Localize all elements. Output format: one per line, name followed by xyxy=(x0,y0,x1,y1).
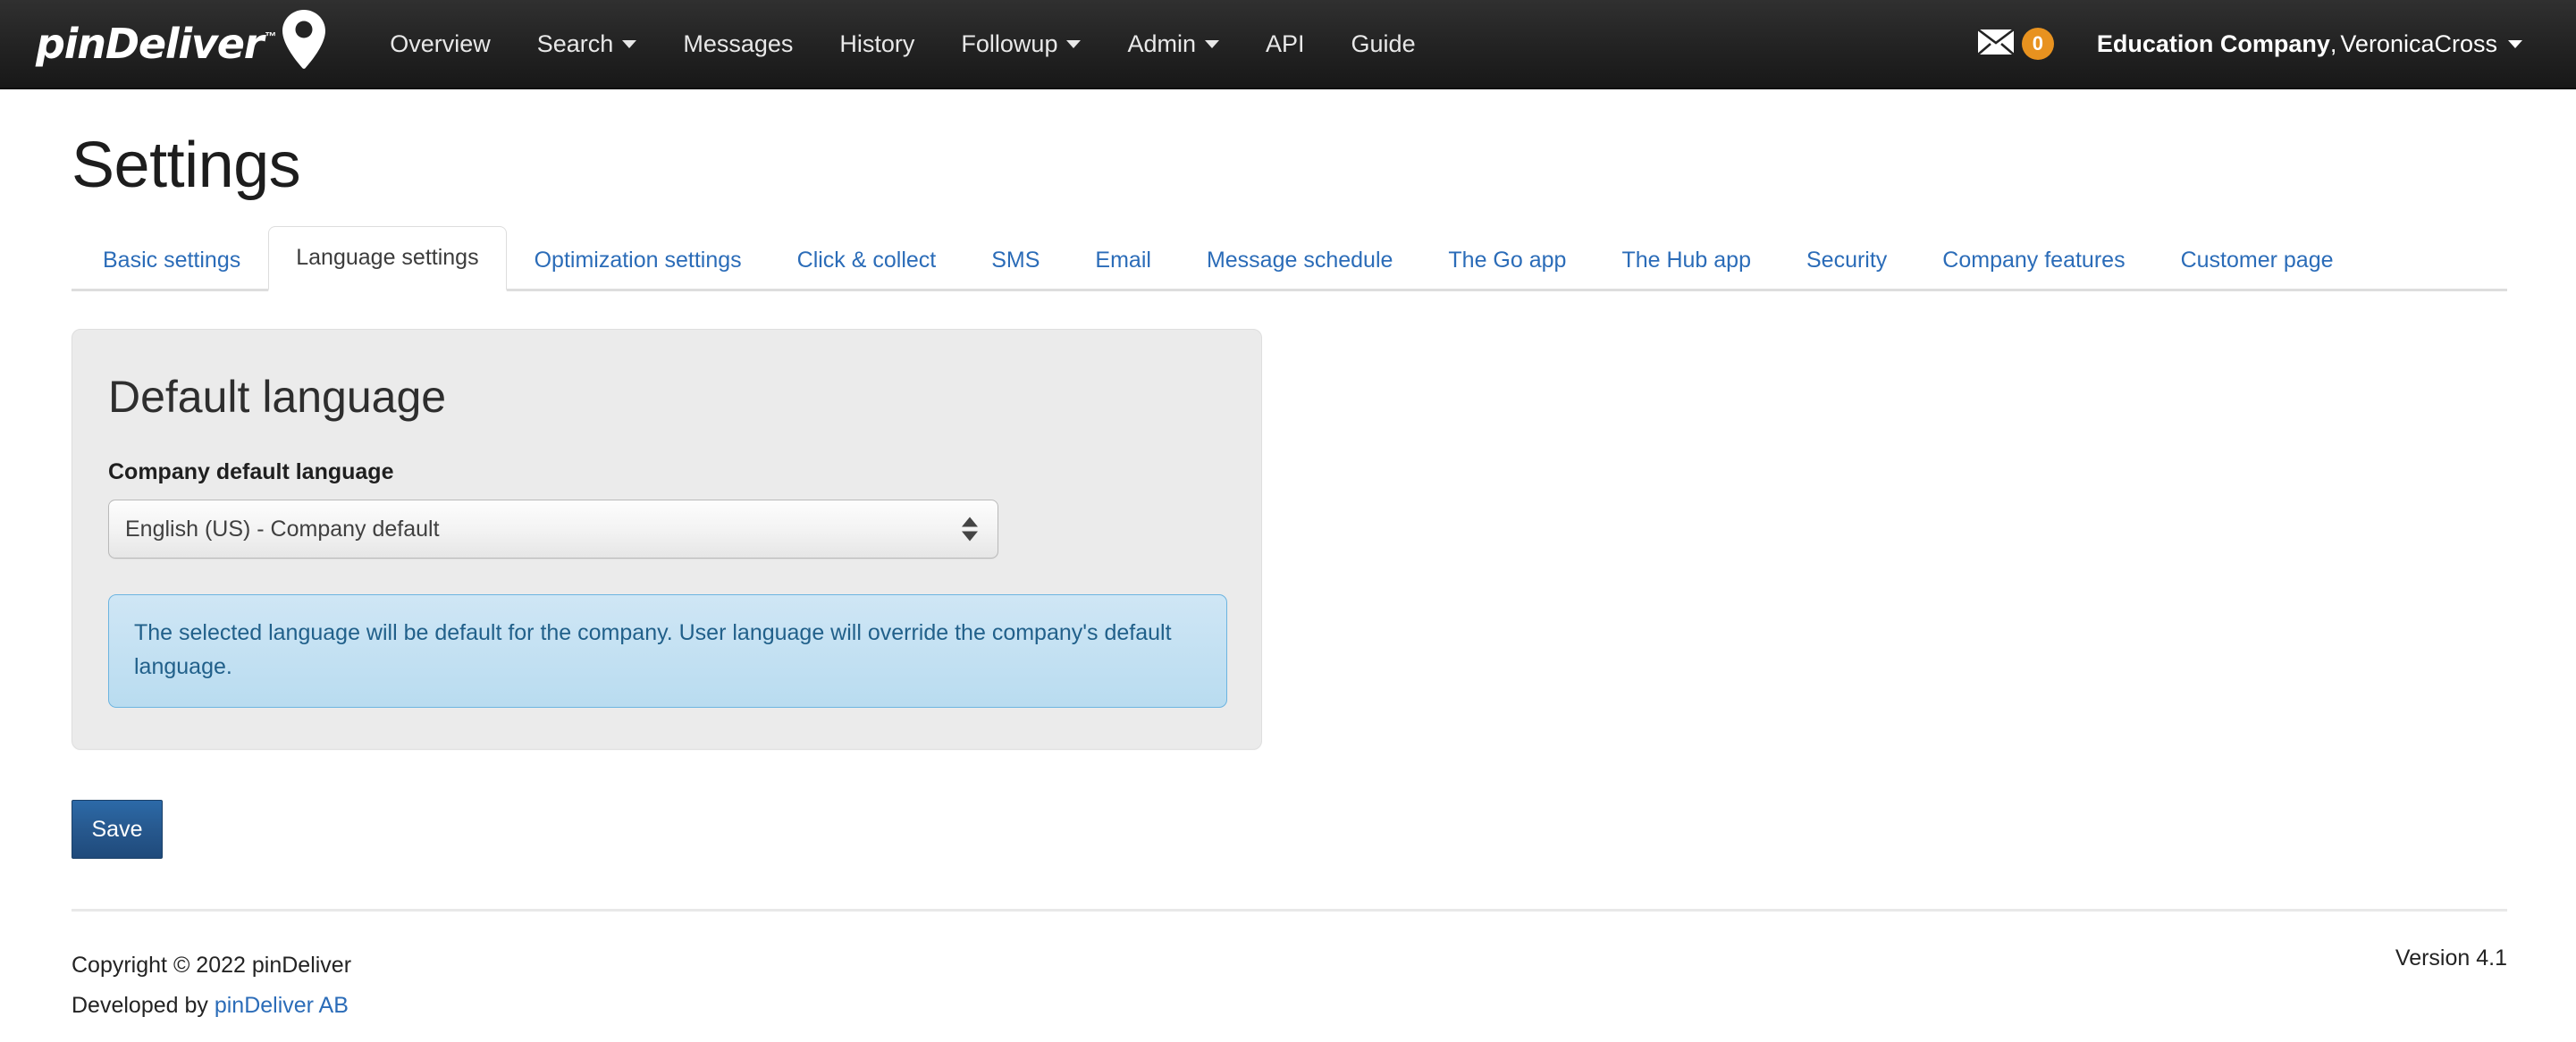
caret-down-icon xyxy=(2508,39,2522,48)
tab-label: Security xyxy=(1806,248,1888,273)
developed-by-prefix: Developed by xyxy=(72,993,215,1019)
tab-the-go-app[interactable]: The Go app xyxy=(1420,229,1594,291)
tab-label: Basic settings xyxy=(103,248,241,273)
nav-label: Followup xyxy=(961,29,1058,57)
primary-nav: Overview Search Messages History Followu… xyxy=(366,0,1438,88)
user-company-name: Education Company xyxy=(2096,29,2330,57)
tab-optimization-settings[interactable]: Optimization settings xyxy=(507,229,770,291)
tab-label: Message schedule xyxy=(1206,248,1393,273)
user-separator: , xyxy=(2329,29,2337,57)
trademark-symbol: ™ xyxy=(265,29,277,43)
tab-label: The Go app xyxy=(1448,248,1567,273)
page-title: Settings xyxy=(72,130,301,201)
nav-item-search[interactable]: Search xyxy=(514,0,661,88)
pindeliver-ab-link[interactable]: pinDeliver AB xyxy=(215,993,349,1018)
save-button[interactable]: Save xyxy=(72,800,163,860)
tab-label: Email xyxy=(1095,248,1151,273)
content-container: Settings Basic settings Language setting… xyxy=(72,130,2507,1026)
footer-divider xyxy=(72,909,2507,912)
tab-basic-settings[interactable]: Basic settings xyxy=(72,229,268,291)
tab-sms[interactable]: SMS xyxy=(964,229,1067,291)
version-text: Version 4.1 xyxy=(2395,945,2507,971)
caret-down-icon xyxy=(1066,39,1082,48)
nav-item-guide[interactable]: Guide xyxy=(1328,0,1439,88)
nav-item-admin[interactable]: Admin xyxy=(1104,0,1242,88)
nav-label: Search xyxy=(536,29,614,57)
nav-item-followup[interactable]: Followup xyxy=(938,0,1104,88)
user-display-name: VeronicaCross xyxy=(2340,29,2497,57)
panel-title: Default language xyxy=(108,372,447,423)
nav-item-messages[interactable]: Messages xyxy=(660,0,816,88)
tab-label: SMS xyxy=(991,248,1040,273)
nav-item-history[interactable]: History xyxy=(816,0,938,88)
company-default-language-select-wrap: English (US) - Company default xyxy=(108,500,998,559)
tab-label: The Hub app xyxy=(1621,248,1751,273)
brand-logo[interactable]: pinDeliver ™ xyxy=(36,0,327,88)
triangle-down-icon xyxy=(962,531,978,542)
tab-message-schedule[interactable]: Message schedule xyxy=(1179,229,1420,291)
settings-tab-bar: Basic settings Language settings Optimiz… xyxy=(72,226,2507,292)
tab-label: Click & collect xyxy=(796,248,937,273)
select-spinner-arrows-icon xyxy=(962,517,978,542)
tab-the-hub-app[interactable]: The Hub app xyxy=(1594,229,1779,291)
default-language-panel: Default language Company default languag… xyxy=(72,329,1262,751)
user-account-menu[interactable]: Education Company, VeronicaCross xyxy=(2070,0,2544,88)
alert-message: The selected language will be default fo… xyxy=(134,620,1172,679)
nav-label: Guide xyxy=(1351,29,1416,57)
tab-email[interactable]: Email xyxy=(1067,229,1179,291)
nav-label: Messages xyxy=(683,29,794,57)
messages-indicator[interactable]: 0 xyxy=(1961,0,2070,88)
nav-label: History xyxy=(839,29,915,57)
tab-label: Language settings xyxy=(296,245,479,271)
tab-label: Optimization settings xyxy=(534,248,742,273)
tab-customer-page[interactable]: Customer page xyxy=(2153,229,2361,291)
map-pin-icon xyxy=(281,9,327,74)
nav-label: API xyxy=(1266,29,1305,57)
triangle-up-icon xyxy=(962,517,978,527)
developed-by-line: Developed by pinDeliver AB xyxy=(72,986,351,1026)
tab-click-and-collect[interactable]: Click & collect xyxy=(770,229,964,291)
nav-item-overview[interactable]: Overview xyxy=(366,0,514,88)
nav-label: Overview xyxy=(390,29,491,57)
tab-language-settings[interactable]: Language settings xyxy=(268,226,507,292)
tab-security[interactable]: Security xyxy=(1779,229,1915,291)
tab-label: Customer page xyxy=(2180,248,2334,273)
nav-item-api[interactable]: API xyxy=(1242,0,1328,88)
page-body: Settings Basic settings Language setting… xyxy=(0,130,2576,1026)
page-footer: Copyright © 2022 pinDeliver Developed by… xyxy=(72,919,2507,1026)
tab-company-features[interactable]: Company features xyxy=(1915,229,2152,291)
caret-down-icon xyxy=(622,39,637,48)
caret-down-icon xyxy=(1205,39,1219,48)
brand-name: pinDeliver xyxy=(36,20,264,68)
company-default-language-label: Company default language xyxy=(108,459,394,485)
copyright-text: Copyright © 2022 pinDeliver xyxy=(72,953,352,979)
tab-label: Company features xyxy=(1942,248,2126,273)
message-count-badge: 0 xyxy=(2021,28,2054,60)
navbar-right: 0 Education Company, VeronicaCross xyxy=(1961,0,2544,88)
footer-left-text: Copyright © 2022 pinDeliver Developed by… xyxy=(72,945,351,1026)
language-info-alert: The selected language will be default fo… xyxy=(108,594,1227,709)
nav-label: Admin xyxy=(1127,29,1196,57)
top-navbar: pinDeliver ™ Overview Search Messages Hi… xyxy=(0,0,2576,89)
company-default-language-select[interactable]: English (US) - Company default xyxy=(108,500,998,559)
envelope-icon xyxy=(1977,28,2015,60)
select-selected-value: English (US) - Company default xyxy=(125,516,440,542)
